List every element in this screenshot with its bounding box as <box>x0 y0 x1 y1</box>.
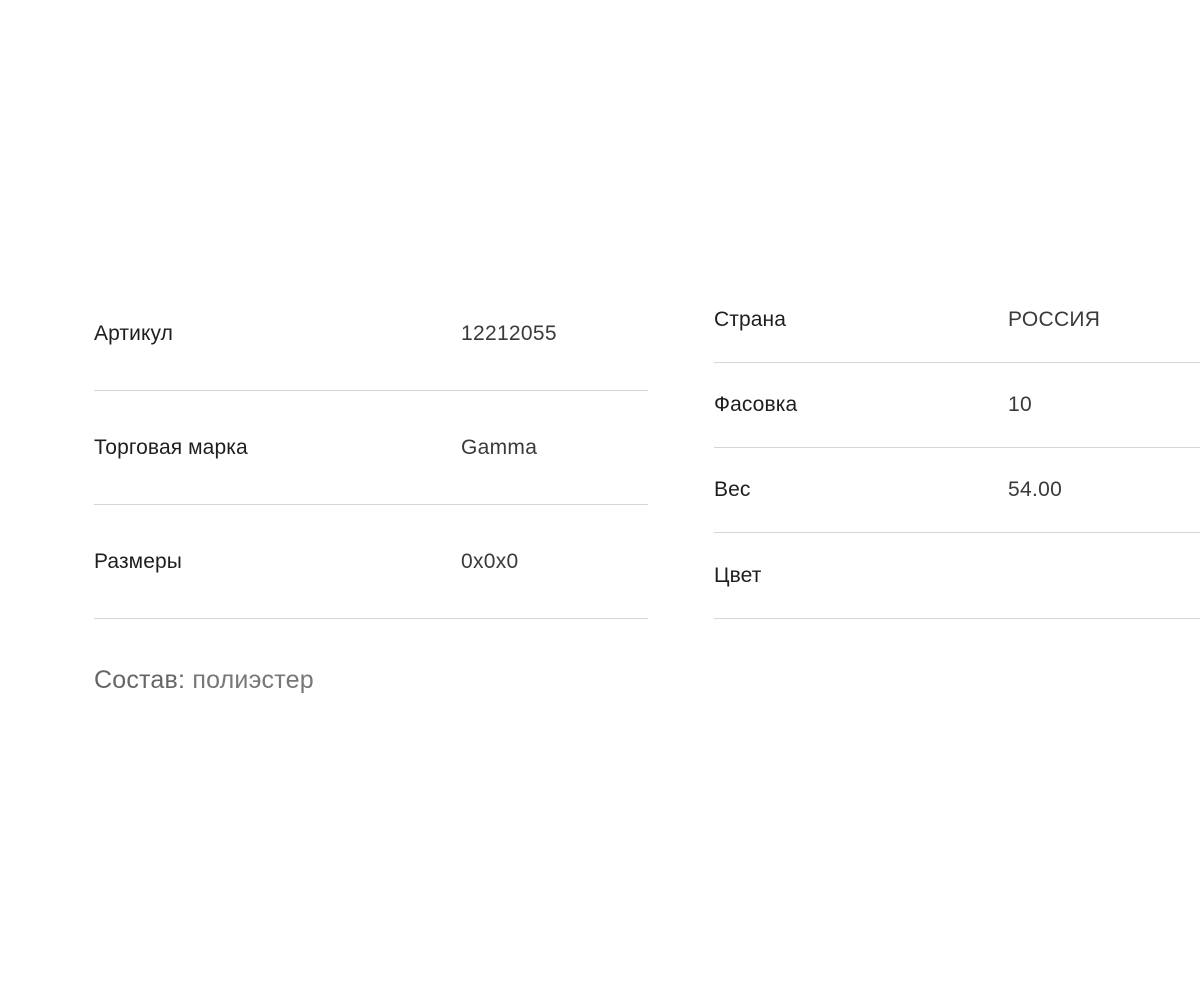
spec-label: Размеры <box>94 549 182 573</box>
spec-label: Торговая марка <box>94 435 248 459</box>
spec-value: Gamma <box>461 435 538 459</box>
composition-line: Состав: полиэстер <box>94 666 314 695</box>
composition-value: полиэстер <box>192 666 314 694</box>
spec-label: Цвет <box>714 563 762 587</box>
spec-label: Фасовка <box>714 393 798 416</box>
spec-value: 10 <box>1008 393 1032 416</box>
spec-label: Артикул <box>94 322 173 345</box>
spec-row-color: Цвет <box>714 533 1200 619</box>
spec-label: Страна <box>714 308 787 331</box>
spec-row-brand: Торговая марка Gamma <box>94 391 648 505</box>
spec-value: 0x0x0 <box>461 549 519 573</box>
spec-value: 12212055 <box>461 322 557 345</box>
spec-row-dimensions: Размеры 0x0x0 <box>94 505 648 619</box>
spec-value: РОССИЯ <box>1008 308 1101 331</box>
spec-label: Вес <box>714 478 751 501</box>
spec-row-article: Артикул 12212055 <box>94 278 648 391</box>
specs-table-left: Артикул 12212055 Торговая марка Gamma Ра… <box>94 278 648 619</box>
composition-label: Состав: <box>94 666 186 694</box>
specs-table-right: Страна РОССИЯ Фасовка 10 Вес 54.00 Цвет <box>714 278 1200 619</box>
spec-row-packaging: Фасовка 10 <box>714 363 1200 448</box>
spec-value: 54.00 <box>1008 478 1063 501</box>
spec-row-country: Страна РОССИЯ <box>714 278 1200 363</box>
spec-row-weight: Вес 54.00 <box>714 448 1200 533</box>
